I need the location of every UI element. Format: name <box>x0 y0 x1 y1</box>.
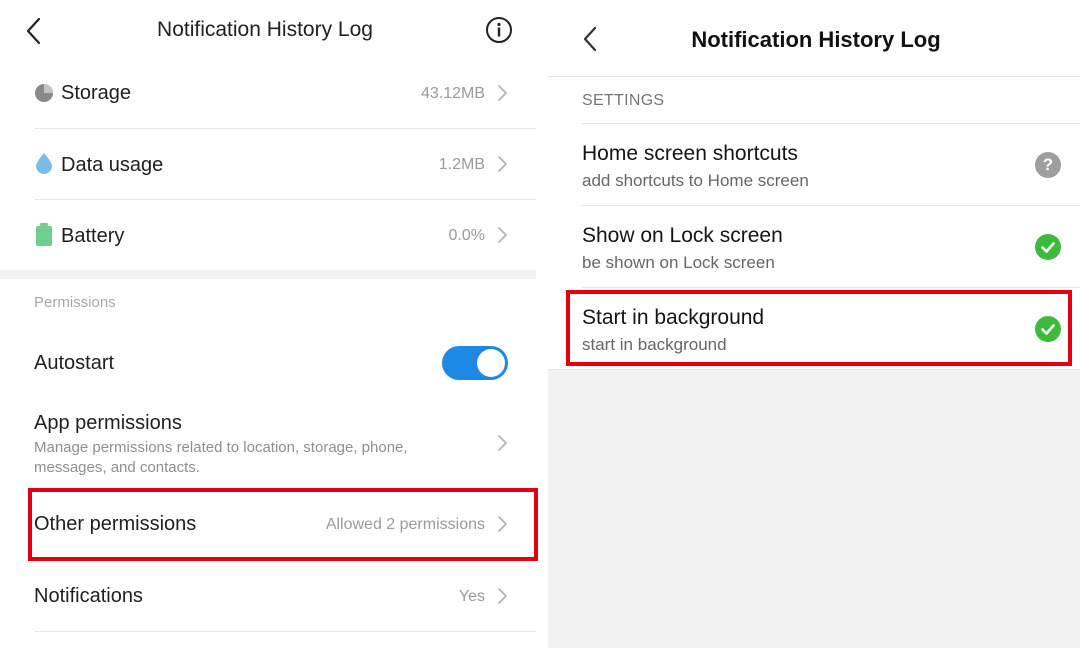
battery-icon <box>36 223 52 246</box>
app-permissions-row[interactable]: App permissions Manage permissions relat… <box>0 398 548 486</box>
check-circle-icon[interactable] <box>1035 234 1061 260</box>
battery-value: 0.0% <box>448 227 485 244</box>
data-usage-row[interactable]: Data usage 1.2MB <box>0 129 548 199</box>
battery-label: Battery <box>61 225 125 247</box>
storage-label: Storage <box>61 82 132 104</box>
show-on-lock-screen-sublabel: be shown on Lock screen <box>582 253 775 272</box>
highlight-box <box>566 290 1072 366</box>
back-button[interactable] <box>20 14 50 48</box>
help-circle-icon[interactable]: ? <box>1035 152 1061 178</box>
toggle-knob <box>477 349 505 377</box>
divider <box>34 631 536 632</box>
settings-card: Notification History Log SETTINGS Home s… <box>548 0 1080 370</box>
pie-chart-icon <box>35 84 53 102</box>
notifications-label: Notifications <box>34 585 143 607</box>
app-permissions-description: Manage permissions related to location, … <box>34 439 408 476</box>
data-usage-label: Data usage <box>61 154 164 176</box>
highlight-box <box>28 488 538 561</box>
page-title: Notification History Log <box>157 18 373 41</box>
autostart-label: Autostart <box>34 352 115 374</box>
show-on-lock-screen-row[interactable]: Show on Lock screen be shown on Lock scr… <box>548 206 1080 287</box>
chevron-right-icon <box>497 434 509 452</box>
page-title: Notification History Log <box>691 27 941 52</box>
settings-section-header: SETTINGS <box>582 92 665 109</box>
chevron-left-icon <box>26 17 41 45</box>
autostart-row: Autostart <box>0 330 548 396</box>
home-screen-shortcuts-row[interactable]: Home screen shortcuts add shortcuts to H… <box>548 124 1080 205</box>
chevron-right-icon <box>497 587 509 605</box>
info-button[interactable] <box>485 16 513 44</box>
section-separator <box>0 270 536 279</box>
back-button[interactable] <box>578 22 604 56</box>
home-screen-shortcuts-label: Home screen shortcuts <box>582 142 798 165</box>
app-info-panel: Notification History Log Storage 43.12MB… <box>0 0 548 648</box>
other-permissions-panel: Notification History Log SETTINGS Home s… <box>548 0 1080 648</box>
autostart-toggle[interactable] <box>442 346 508 380</box>
show-on-lock-screen-label: Show on Lock screen <box>582 224 783 247</box>
notifications-value: Yes <box>458 588 485 605</box>
storage-row[interactable]: Storage 43.12MB <box>0 60 548 128</box>
chevron-right-icon <box>497 84 509 102</box>
water-drop-icon <box>36 153 52 174</box>
header-divider <box>548 76 1080 77</box>
home-screen-shortcuts-sublabel: add shortcuts to Home screen <box>582 171 809 190</box>
battery-row[interactable]: Battery 0.0% <box>0 200 548 270</box>
notifications-row[interactable]: Notifications Yes <box>0 562 548 630</box>
divider <box>548 369 1080 370</box>
info-icon <box>486 17 512 43</box>
data-usage-value: 1.2MB <box>438 156 485 173</box>
storage-value: 43.12MB <box>420 85 485 102</box>
chevron-right-icon <box>497 226 509 244</box>
app-permissions-label: App permissions <box>34 412 182 434</box>
chevron-left-icon <box>583 26 597 52</box>
permissions-section-header: Permissions <box>34 294 116 311</box>
chevron-right-icon <box>497 155 509 173</box>
